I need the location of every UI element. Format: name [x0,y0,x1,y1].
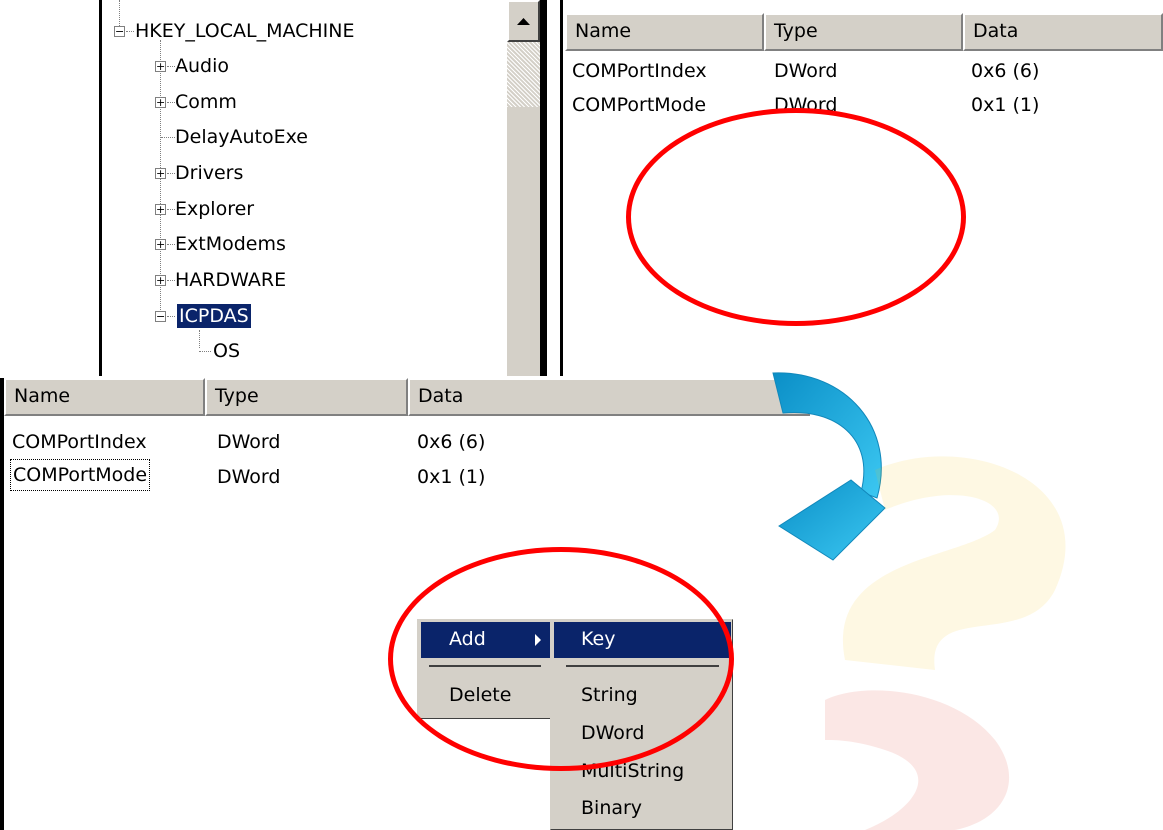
plus-expander-icon[interactable]: + [155,168,166,179]
tree-item-label-selected: ICPDAS [176,303,252,329]
tree-item-label: Audio [175,55,230,77]
tree-item-label: Comm [175,91,237,113]
plus-expander-icon[interactable]: + [155,97,166,108]
value-type: DWord [217,466,281,488]
submenu-item-binary-label: Binary [581,797,643,819]
scroll-track[interactable] [507,42,540,107]
value-data: 0x1 (1) [417,466,486,488]
bottom-list-header: Name Type Data [4,378,810,416]
tree-line [119,0,120,28]
value-name[interactable]: COMPortIndex [12,425,147,459]
column-header-name[interactable]: Name [565,13,764,51]
annotation-ellipse-top [626,108,966,326]
value-data: 0x6 (6) [971,60,1040,82]
value-name-focused[interactable]: COMPortMode [9,459,151,491]
tree-root-label: HKEY_LOCAL_MACHINE [135,20,355,42]
tree-left-border [99,0,102,376]
plus-expander-icon[interactable]: + [155,61,166,72]
column-header-type[interactable]: Type [764,13,963,51]
top-list-header: Name Type Data [565,13,1163,51]
column-header-type[interactable]: Type [205,378,408,416]
tree-item-label: HARDWARE [175,269,287,291]
column-header-data[interactable]: Data [963,13,1163,51]
bottom-list-left-border [0,378,4,830]
minus-expander-icon[interactable]: − [114,26,125,37]
value-name[interactable]: COMPortIndex [572,54,707,88]
tree-line [199,351,211,352]
tree-line [167,316,175,317]
tree-item-label: Drivers [175,162,244,184]
registry-tree-pane: − HKEY_LOCAL_MACHINE + Audio + Comm Dela… [0,0,548,376]
annotation-ellipse-bottom [388,547,734,771]
value-data: 0x1 (1) [971,94,1040,116]
splitter-bar[interactable] [540,0,547,376]
plus-expander-icon[interactable]: + [155,204,166,215]
tree-item-label: ExtModems [175,233,286,255]
list-left-border [560,0,563,376]
tree-scrollbar[interactable] [507,0,540,376]
column-header-data[interactable]: Data [408,378,810,416]
value-name[interactable]: COMPortMode [572,88,706,122]
column-header-name[interactable]: Name [4,378,205,416]
value-type: DWord [774,60,838,82]
value-type: DWord [217,431,281,453]
minus-expander-icon[interactable]: − [155,311,166,322]
tree-item-label: DelayAutoExe [175,126,308,148]
plus-expander-icon[interactable]: + [155,275,166,286]
tree-line [199,330,200,348]
tree-item-label: Explorer [175,198,255,220]
watermark-logo [825,456,1066,830]
scroll-up-icon [517,18,530,25]
plus-expander-icon[interactable]: + [155,239,166,250]
tree-item-label: OS [213,340,241,362]
value-data: 0x6 (6) [417,431,486,453]
submenu-item-binary[interactable]: Binary [554,791,731,827]
scroll-up-button[interactable] [507,0,540,42]
